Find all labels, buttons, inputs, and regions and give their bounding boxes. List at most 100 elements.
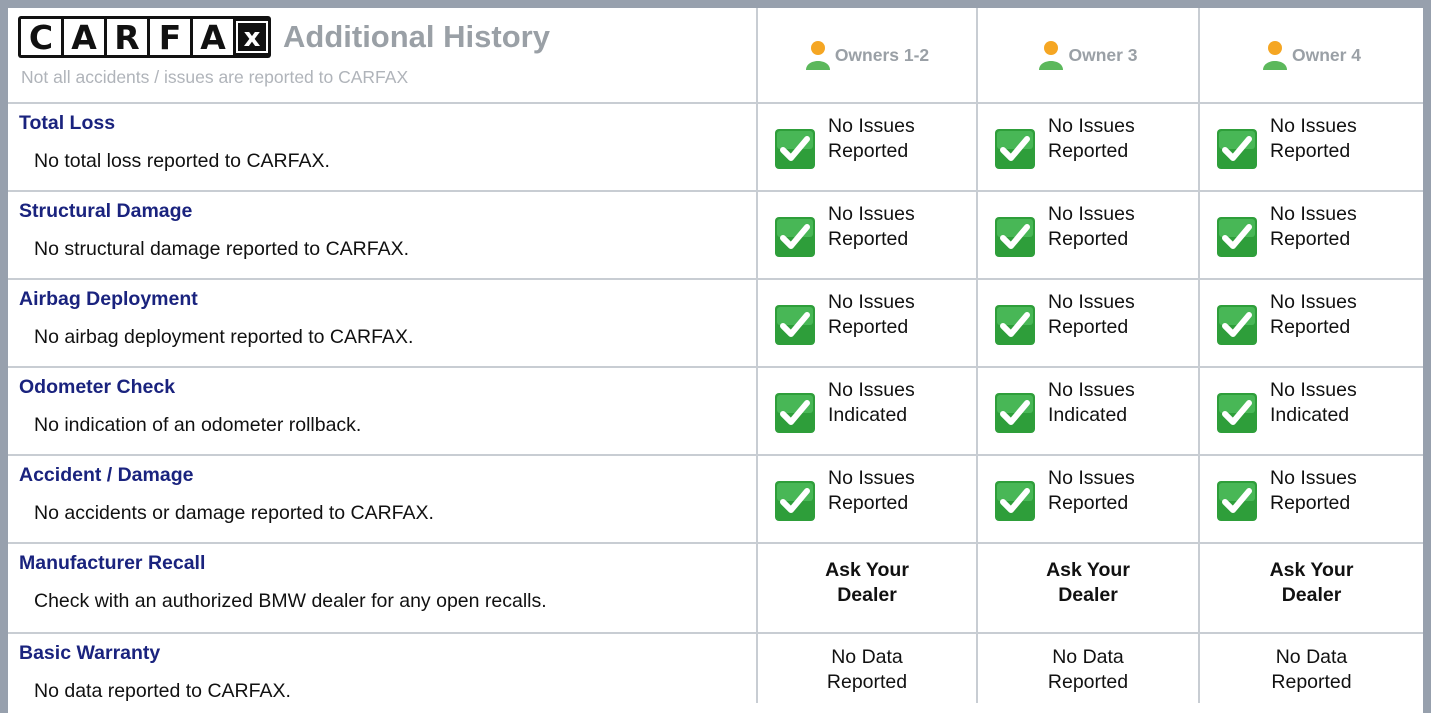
checkmark-icon xyxy=(995,217,1035,257)
row-description: No accidents or damage reported to CARFA… xyxy=(34,502,434,524)
row-description: No total loss reported to CARFAX. xyxy=(34,150,330,172)
row-title[interactable]: Odometer Check xyxy=(19,376,756,399)
logo-letter: C xyxy=(21,19,61,56)
status-text: Ask Your Dealer xyxy=(1200,544,1423,632)
status-line: No Issues xyxy=(1270,467,1357,489)
status-cell: No Data Reported xyxy=(758,634,978,703)
history-row-label: Structural Damage No structural damage re… xyxy=(8,192,758,280)
status-text: No Issues Indicated xyxy=(828,378,915,428)
status-cell: No Issues Indicated xyxy=(978,368,1200,456)
status-text: No Issues Reported xyxy=(1270,466,1357,516)
status-line: Reported xyxy=(1270,316,1351,338)
status-line: Reported xyxy=(1048,492,1129,514)
status-line: No Issues xyxy=(1270,379,1357,401)
owner-label: Owner 4 xyxy=(1291,44,1362,65)
status-text: No Issues Reported xyxy=(1270,114,1357,164)
status-cell: No Issues Reported xyxy=(758,456,978,544)
status-line: No Issues xyxy=(1270,203,1357,225)
checkmark-icon xyxy=(1217,393,1257,433)
status-line: Reported xyxy=(828,140,909,162)
checkmark-icon xyxy=(775,217,815,257)
status-line: Reported xyxy=(828,316,909,338)
row-title[interactable]: Total Loss xyxy=(19,112,756,135)
history-row-label: Accident / Damage No accidents or damage … xyxy=(8,456,758,544)
status-cell: No Issues Reported xyxy=(1200,280,1423,368)
status-line: Ask Your xyxy=(1269,559,1354,581)
checkmark-icon xyxy=(775,305,815,345)
status-text: No Issues Reported xyxy=(1270,202,1357,252)
status-cell: No Issues Indicated xyxy=(758,368,978,456)
status-cell: No Issues Reported xyxy=(978,192,1200,280)
status-line: Reported xyxy=(828,228,909,250)
status-line: Reported xyxy=(1048,140,1129,162)
status-line: No Data xyxy=(831,645,903,668)
status-text: No Data Reported xyxy=(758,634,976,703)
row-title[interactable]: Basic Warranty xyxy=(19,642,756,665)
logo-letter: x xyxy=(236,21,268,53)
row-description: Check with an authorized BMW dealer for … xyxy=(34,590,547,612)
status-cell: No Issues Indicated xyxy=(1200,368,1423,456)
status-line: Reported xyxy=(1048,316,1129,338)
status-cell: No Data Reported xyxy=(978,634,1200,703)
logo-letter: R xyxy=(107,19,147,56)
status-line: No Issues xyxy=(1270,291,1357,313)
checkmark-icon xyxy=(1217,217,1257,257)
carfax-logo: CARFAx xyxy=(18,16,271,58)
status-text: No Issues Reported xyxy=(828,114,915,164)
status-line: Reported xyxy=(1270,492,1351,514)
status-line: No Issues xyxy=(828,379,915,401)
person-icon xyxy=(1262,41,1287,70)
history-row-label: Airbag Deployment No airbag deployment re… xyxy=(8,280,758,368)
checkmark-icon xyxy=(1217,481,1257,521)
status-text: Ask Your Dealer xyxy=(758,544,976,632)
status-text: No Issues Reported xyxy=(828,466,915,516)
header-cell: CARFAx Additional History Not all accide… xyxy=(8,8,758,104)
status-line: Indicated xyxy=(1270,404,1350,426)
row-title[interactable]: Structural Damage xyxy=(19,200,756,223)
status-cell: No Issues Reported xyxy=(758,104,978,192)
checkmark-icon xyxy=(1217,129,1257,169)
status-text: No Issues Reported xyxy=(1270,290,1357,340)
status-cell: No Issues Reported xyxy=(1200,456,1423,544)
logo-letter: A xyxy=(64,19,104,56)
status-text: No Issues Reported xyxy=(1048,114,1135,164)
owner-column-header: Owners 1-2 xyxy=(758,8,978,104)
status-line: No Issues xyxy=(1048,467,1135,489)
status-text: No Issues Reported xyxy=(828,290,915,340)
row-title[interactable]: Accident / Damage xyxy=(19,464,756,487)
status-line: No Issues xyxy=(1048,115,1135,137)
section-title: Additional History xyxy=(283,19,550,54)
history-row-label: Basic Warranty No data reported to CARFAX… xyxy=(8,634,758,703)
checkmark-icon xyxy=(995,305,1035,345)
status-text: No Issues Reported xyxy=(1048,466,1135,516)
status-line: Ask Your xyxy=(825,559,909,581)
status-line: No Issues xyxy=(1270,115,1357,137)
checkmark-icon xyxy=(995,481,1035,521)
status-line: Reported xyxy=(828,492,909,514)
status-cell: No Issues Reported xyxy=(1200,192,1423,280)
status-cell: No Issues Reported xyxy=(978,456,1200,544)
status-line: No Issues xyxy=(828,467,915,489)
status-line: Ask Your xyxy=(1046,559,1130,581)
row-title[interactable]: Airbag Deployment xyxy=(19,288,756,311)
owner-label: Owners 1-2 xyxy=(834,44,930,65)
status-line: Dealer xyxy=(1281,584,1342,606)
status-text: No Data Reported xyxy=(1200,634,1423,703)
row-description: No data reported to CARFAX. xyxy=(34,680,291,702)
status-line: Reported xyxy=(1047,670,1129,693)
status-cell: No Issues Reported xyxy=(978,280,1200,368)
status-line: No Issues xyxy=(828,115,915,137)
status-cell: No Issues Reported xyxy=(758,280,978,368)
status-line: No Issues xyxy=(1048,203,1135,225)
status-line: Reported xyxy=(1271,670,1352,693)
status-text: No Issues Reported xyxy=(1048,290,1135,340)
status-line: Dealer xyxy=(1058,584,1118,606)
row-title[interactable]: Manufacturer Recall xyxy=(19,552,756,575)
status-line: No Issues xyxy=(1048,291,1135,313)
status-cell: No Issues Reported xyxy=(978,104,1200,192)
status-line: No Issues xyxy=(828,203,915,225)
section-subtitle: Not all accidents / issues are reported … xyxy=(21,67,409,87)
status-line: Dealer xyxy=(837,584,897,606)
status-cell: Ask Your Dealer xyxy=(978,544,1200,634)
status-cell: No Issues Reported xyxy=(1200,104,1423,192)
